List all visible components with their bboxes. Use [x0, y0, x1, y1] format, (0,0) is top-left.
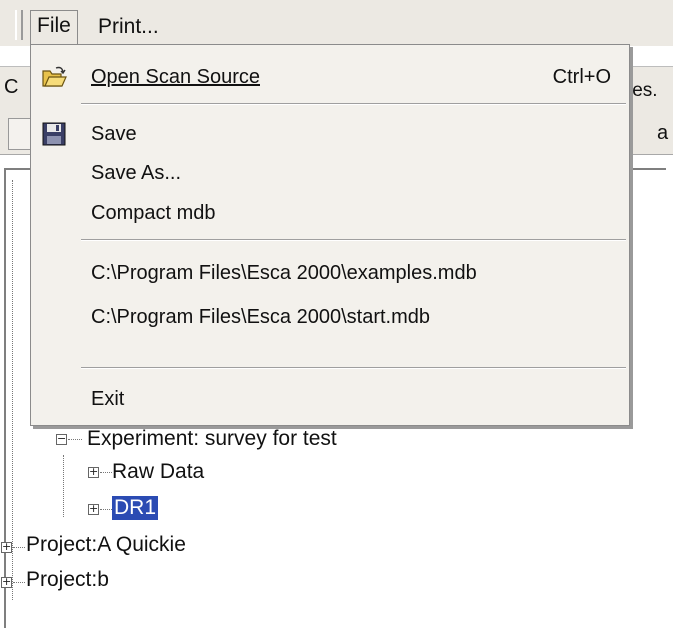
tree-connector [100, 509, 112, 510]
background-button[interactable] [8, 118, 32, 150]
menu-print-label: Print... [98, 15, 159, 38]
open-scan-source-text: Open Scan Source [91, 66, 260, 88]
tree-connector [68, 439, 82, 440]
menu-file-label: File [37, 14, 71, 37]
open-scan-source-shortcut: Ctrl+O [552, 66, 611, 88]
menu-item-exit[interactable]: Exit [31, 381, 629, 417]
open-folder-icon [42, 66, 67, 87]
collapse-experiment-icon[interactable]: − [56, 433, 67, 445]
tree-root-line [12, 180, 13, 600]
menu-item-open-scan-source[interactable]: Open Scan Source Ctrl+O [31, 59, 629, 95]
open-scan-source-label: Open Scan Source [91, 59, 260, 95]
save-as-label: Save As... [91, 162, 182, 184]
tree-connector [100, 472, 112, 473]
menu-item-recent-file-2[interactable]: C:\Program Files\Esca 2000\start.mdb [31, 299, 629, 335]
tree-connector [13, 582, 25, 583]
compact-mdb-label: Compact mdb [91, 202, 216, 224]
expand-project-a-icon[interactable]: + [1, 541, 12, 553]
recent-file-2-label: C:\Program Files\Esca 2000\start.mdb [91, 306, 431, 328]
expand-raw-data-icon[interactable]: + [88, 466, 99, 478]
tree-item-dr1[interactable]: DR1 [112, 496, 159, 520]
tree-item-project-a[interactable]: Project:A Quickie [26, 533, 186, 557]
exit-label: Exit [91, 388, 125, 410]
toolbar-grip[interactable] [15, 10, 23, 40]
background-partial-text-c: C [4, 76, 19, 98]
background-partial-text-files: les. [628, 80, 658, 101]
menu-separator [81, 103, 626, 105]
menu-separator [81, 239, 626, 241]
save-label: Save [91, 123, 137, 145]
menu-separator [81, 367, 626, 369]
expand-dr1-icon[interactable]: + [88, 503, 99, 515]
tree-item-project-b[interactable]: Project:b [26, 568, 109, 592]
menu-item-compact-mdb[interactable]: Compact mdb [31, 195, 629, 231]
background-partial-text-a: a [657, 122, 669, 144]
menu-file[interactable]: File [30, 10, 78, 45]
menu-print[interactable]: Print... [92, 12, 165, 42]
recent-file-1-label: C:\Program Files\Esca 2000\examples.mdb [91, 262, 477, 284]
menu-item-save-as[interactable]: Save As... [31, 155, 629, 191]
menu-item-recent-file-1[interactable]: C:\Program Files\Esca 2000\examples.mdb [31, 255, 629, 291]
file-menu-dropdown: Open Scan Source Ctrl+O Save Save As... … [30, 44, 630, 426]
expand-project-b-icon[interactable]: + [1, 576, 12, 588]
tree-item-experiment[interactable]: Experiment: survey for test [87, 427, 337, 451]
tree-connector [13, 547, 25, 548]
tree-item-raw-data[interactable]: Raw Data [112, 460, 204, 484]
floppy-disk-icon [42, 122, 66, 146]
menu-item-save[interactable]: Save [31, 116, 629, 152]
tree-experiment-line [63, 455, 64, 517]
menu-bar: File Print... [0, 0, 673, 46]
